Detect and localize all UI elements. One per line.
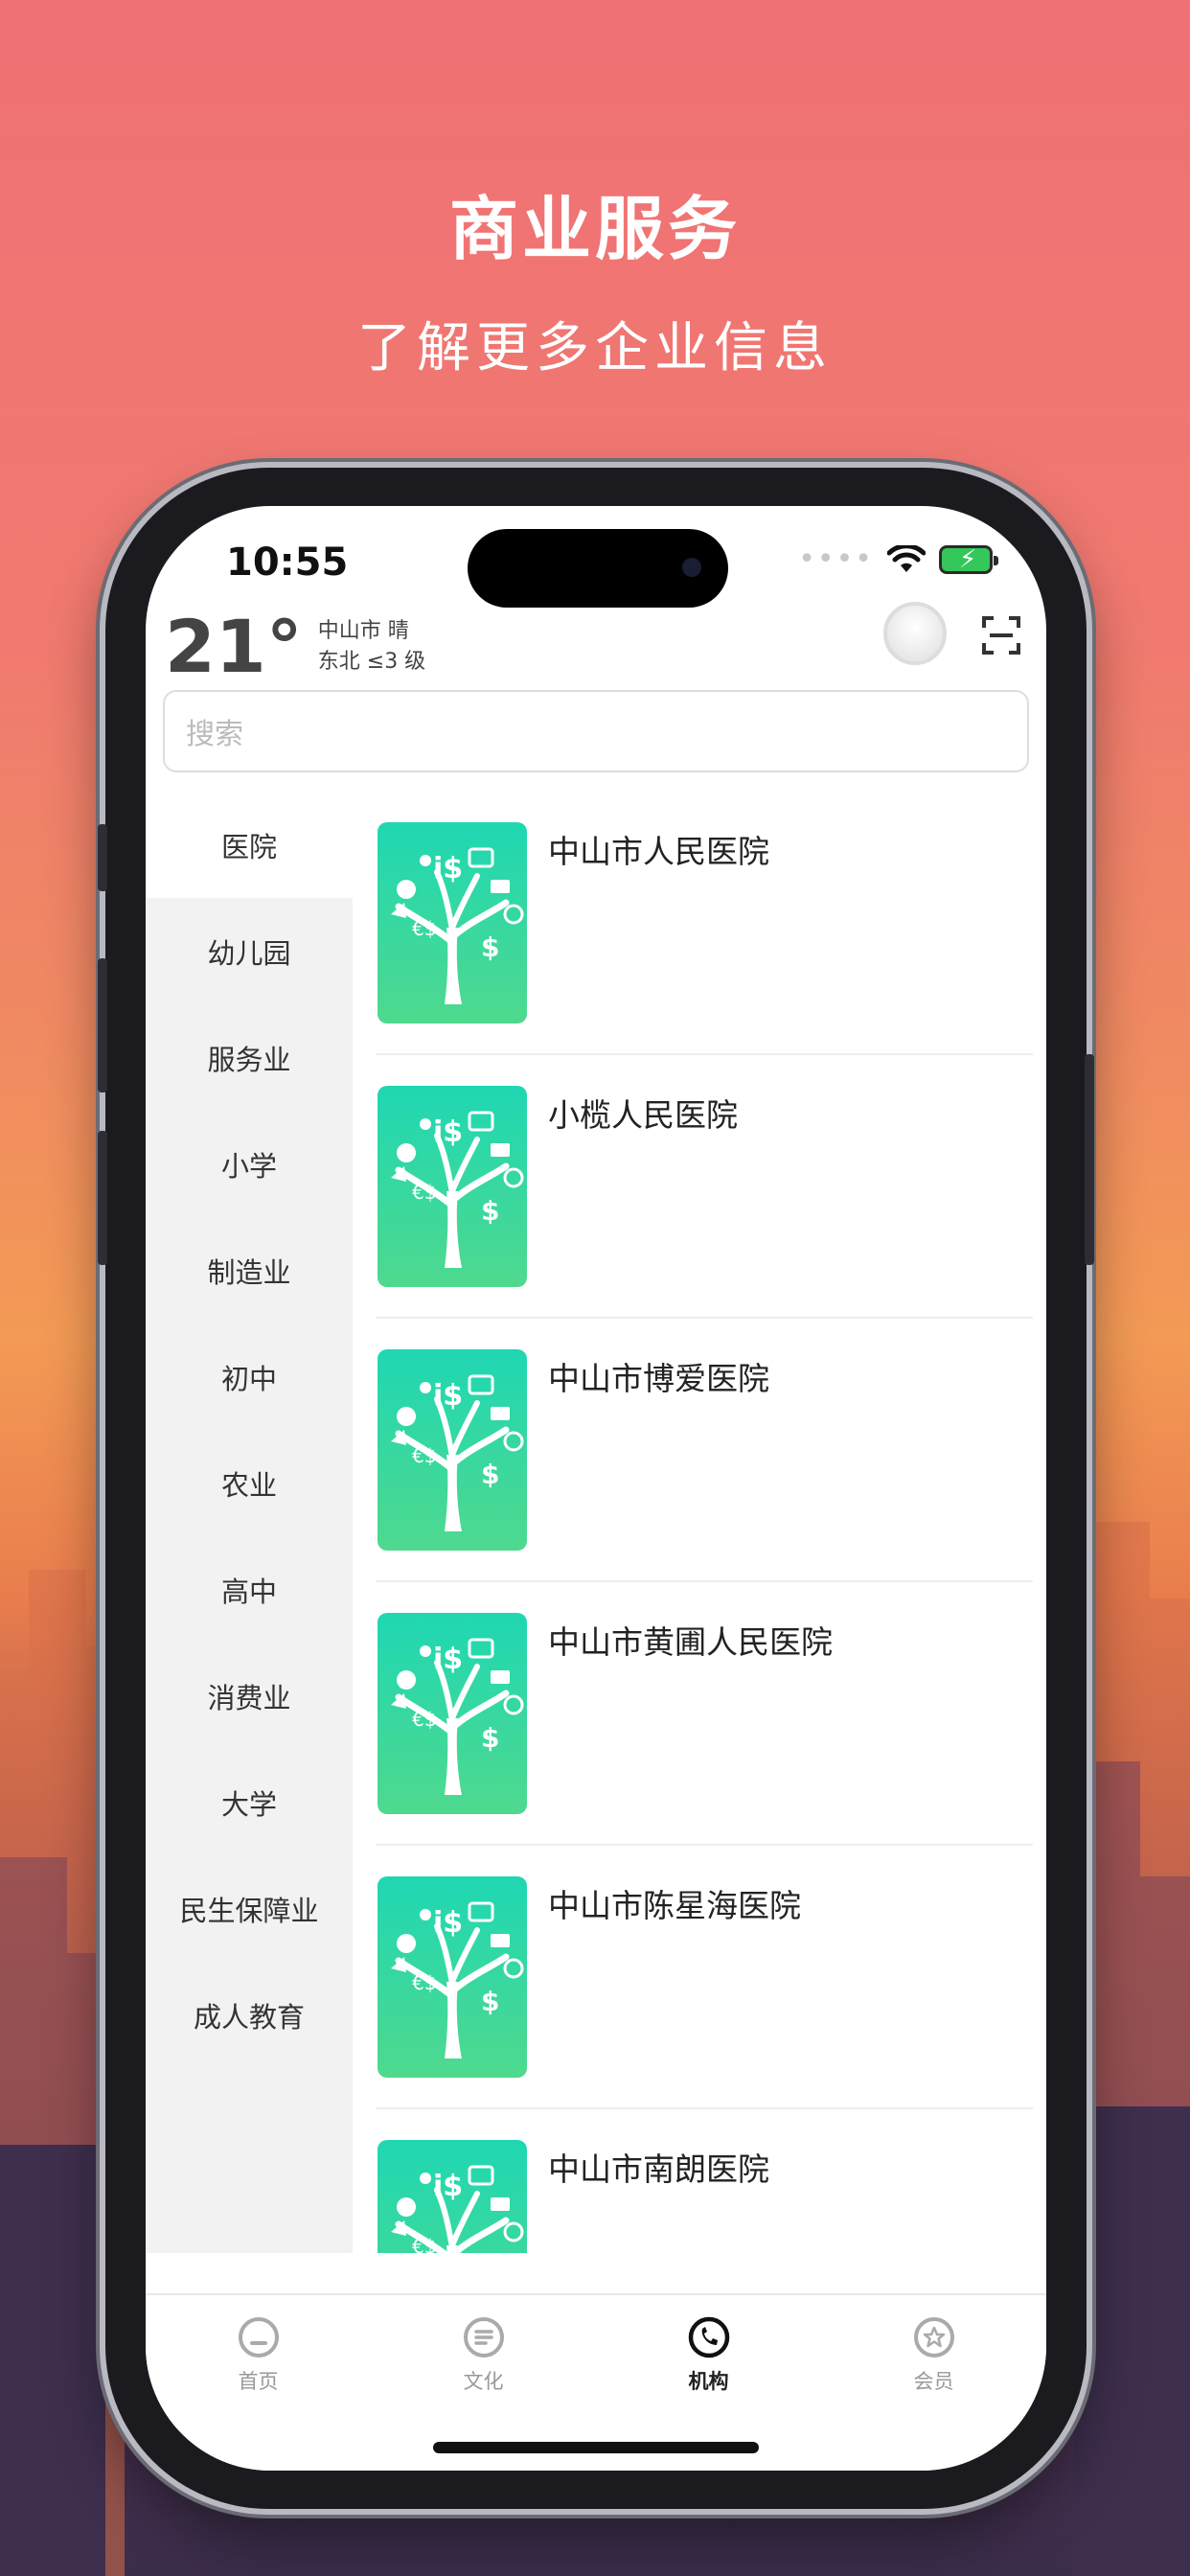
sidebar-item-hospital[interactable]: 医院	[146, 792, 353, 898]
tab-label: 机构	[688, 2370, 729, 2393]
tab-label: 首页	[238, 2370, 279, 2393]
dynamic-island	[468, 529, 728, 608]
hero-title: 商业服务	[448, 189, 741, 269]
tab-home[interactable]: 首页	[146, 2295, 371, 2471]
home-icon	[238, 2317, 279, 2358]
tree-logo-thumbnail	[378, 1086, 527, 1287]
phone-side-button	[98, 824, 107, 891]
sidebar-item-service[interactable]: 服务业	[146, 1004, 353, 1111]
signal-icon: ••••	[798, 542, 874, 576]
sidebar-item-agriculture[interactable]: 农业	[146, 1430, 353, 1536]
phone-icon	[688, 2316, 729, 2358]
weather-city-condition: 中山市 晴	[317, 618, 409, 643]
tree-logo-thumbnail	[378, 1349, 527, 1551]
battery-icon: ⚡	[939, 544, 998, 574]
sidebar-item-manufacturing[interactable]: 制造业	[146, 1217, 353, 1323]
tree-logo-thumbnail	[378, 2140, 527, 2253]
list-item[interactable]: 中山市人民医院	[376, 792, 1033, 1055]
list-item-title: 中山市黄圃人民医院	[548, 1623, 833, 1661]
list-item[interactable]: 中山市博爱医院	[376, 1319, 1033, 1582]
tree-logo-thumbnail	[378, 822, 527, 1024]
status-icons: •••• ⚡	[798, 542, 998, 576]
status-time: 10:55	[226, 540, 349, 585]
category-sidebar: 医院 幼儿园 服务业 小学 制造业 初中 农业 高中 消费业 大学 民生保障业 …	[146, 792, 353, 2253]
sidebar-item-kindergarten[interactable]: 幼儿园	[146, 898, 353, 1004]
user-avatar[interactable]	[883, 602, 947, 665]
phone-side-button	[98, 1131, 107, 1265]
list-icon	[463, 2317, 504, 2358]
scan-icon[interactable]	[981, 615, 1021, 656]
weather-widget: 21° 中山市 晴 东北 ≤3 级	[165, 604, 425, 689]
star-icon	[913, 2317, 954, 2358]
phone-side-button	[98, 958, 107, 1092]
search-input[interactable]: 搜索	[163, 690, 1029, 772]
phone-side-button	[1085, 1054, 1094, 1265]
weather-temperature: 21°	[165, 604, 303, 689]
sidebar-item-university[interactable]: 大学	[146, 1749, 353, 1855]
sidebar-item-primary-school[interactable]: 小学	[146, 1111, 353, 1217]
sidebar-item-consumer[interactable]: 消费业	[146, 1643, 353, 1749]
camera-dot	[682, 558, 701, 577]
weather-info: 中山市 晴 东北 ≤3 级	[318, 616, 425, 678]
hero-subtitle: 了解更多企业信息	[357, 317, 833, 380]
wifi-icon	[887, 544, 926, 572]
sidebar-item-adult-education[interactable]: 成人教育	[146, 1962, 353, 2068]
list-item-title: 中山市博爱医院	[548, 1360, 769, 1397]
list-item-title: 中山市南朗医院	[548, 2150, 769, 2188]
tab-label: 会员	[913, 2370, 954, 2393]
sidebar-item-middle-school[interactable]: 初中	[146, 1323, 353, 1430]
organization-list: 中山市人民医院 小榄人民医院 中山市博爱医院 中山市黄圃人民医院 中山市陈星海医…	[376, 792, 1033, 2253]
home-indicator	[433, 2442, 759, 2453]
sidebar-item-high-school[interactable]: 高中	[146, 1536, 353, 1643]
tab-label: 文化	[463, 2370, 504, 2393]
tree-logo-thumbnail	[378, 1876, 527, 2078]
tree-logo-thumbnail	[378, 1613, 527, 1814]
list-item-title: 中山市人民医院	[548, 833, 769, 870]
list-item[interactable]: 中山市黄圃人民医院	[376, 1582, 1033, 1846]
app-screen: 10:55 •••• ⚡ 21° 中山市 晴 东北 ≤3 级 搜索 医院 幼儿园…	[146, 506, 1046, 2471]
list-item[interactable]: 小榄人民医院	[376, 1055, 1033, 1319]
tab-member[interactable]: 会员	[821, 2295, 1046, 2471]
list-item[interactable]: 中山市南朗医院	[376, 2109, 1033, 2253]
list-item[interactable]: 中山市陈星海医院	[376, 1846, 1033, 2109]
sidebar-item-livelihood[interactable]: 民生保障业	[146, 1855, 353, 1962]
list-item-title: 小榄人民医院	[548, 1096, 738, 1134]
weather-wind: 东北 ≤3 级	[317, 649, 426, 674]
list-item-title: 中山市陈星海医院	[548, 1887, 801, 1924]
